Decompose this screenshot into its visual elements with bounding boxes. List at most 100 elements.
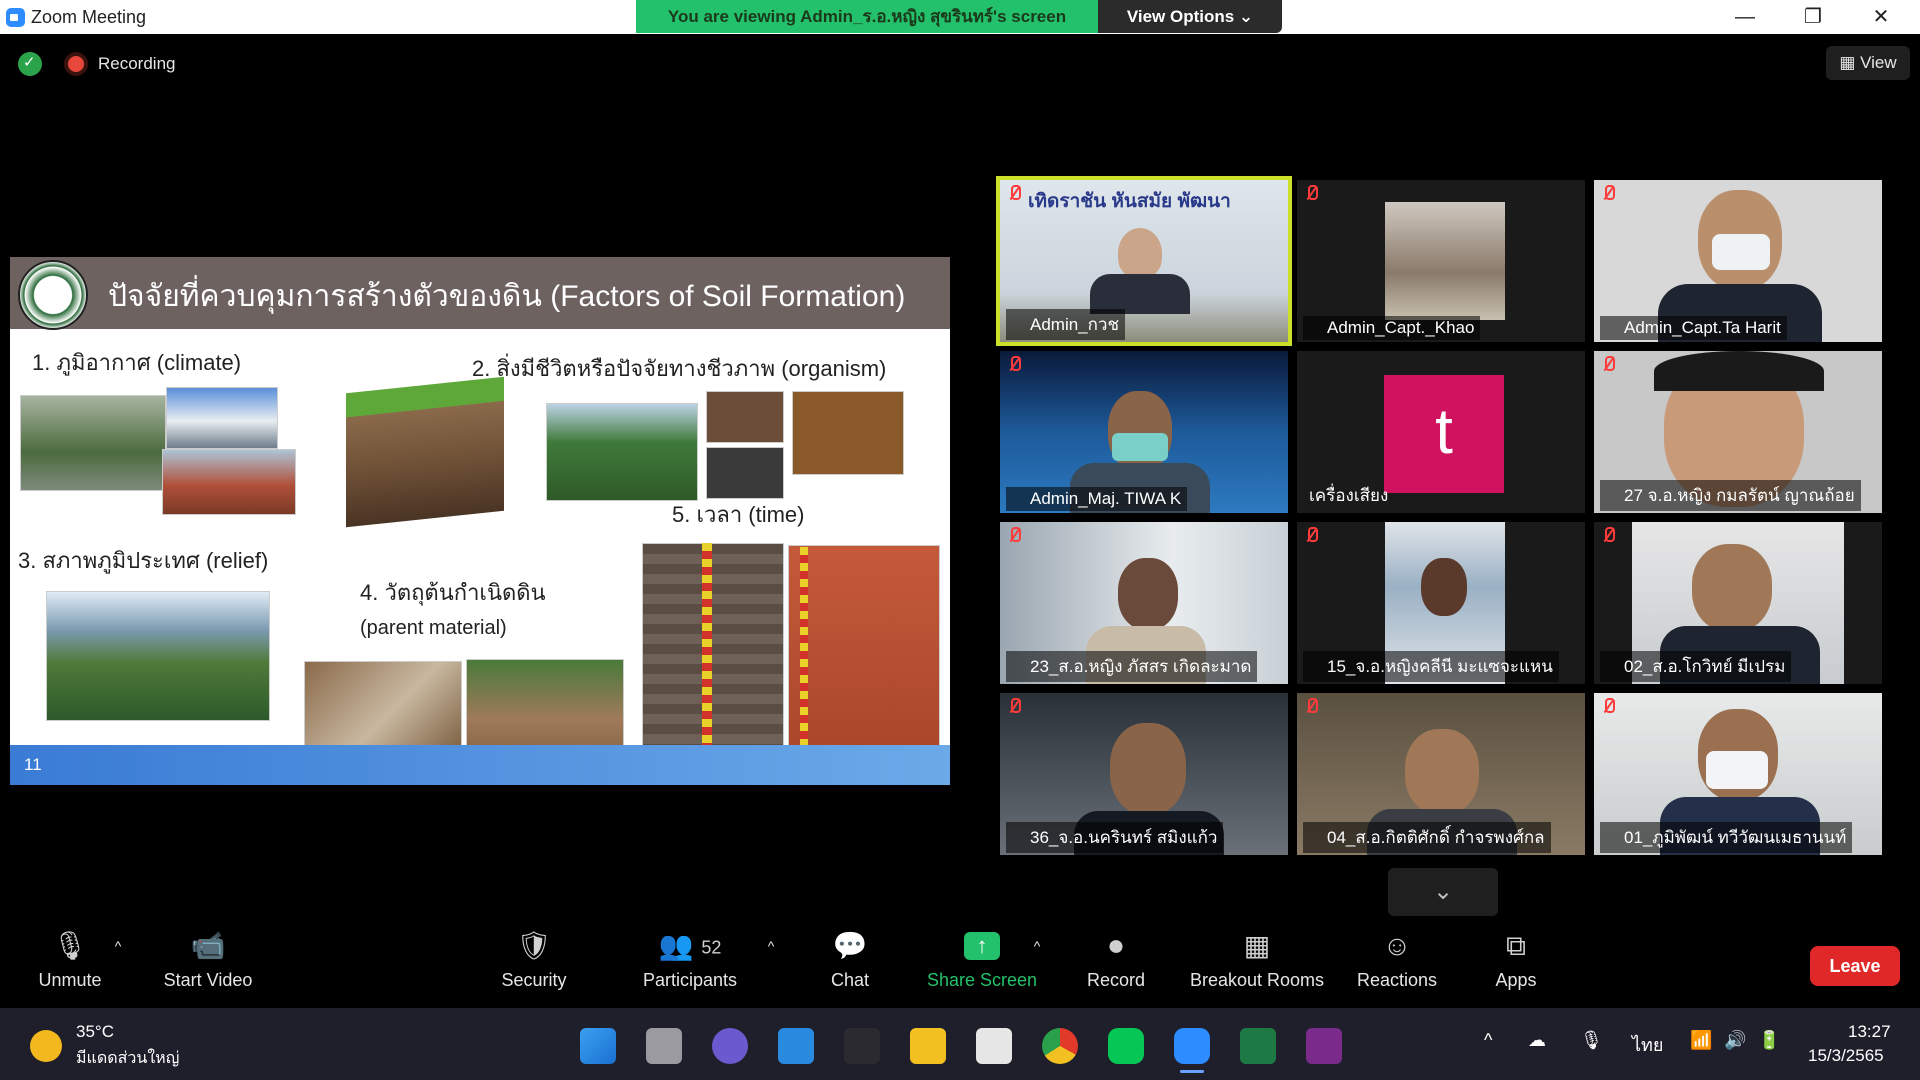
participants-label: Participants <box>642 970 738 990</box>
view-options-button[interactable]: View Options ⌄ <box>1098 0 1282 33</box>
record-icon: ⏺ <box>1108 930 1123 961</box>
apps-icon: ⧉ <box>1506 930 1526 961</box>
participant-tile[interactable]: เทิดราชัน หันสมัย พัฒนา Admin_กวช <box>996 176 1292 346</box>
organism-grub-photo <box>706 447 784 499</box>
muted-mic-icon <box>1008 527 1021 543</box>
show-hidden-icons-caret[interactable]: ^ <box>1484 1030 1492 1051</box>
grid-icon: ▦ <box>1839 53 1861 72</box>
participant-tile[interactable]: 27 จ.อ.หญิง กมลรัตน์ ญาณถ้อย <box>1594 351 1882 513</box>
file-explorer-icon[interactable] <box>910 1028 946 1064</box>
muted-mic-icon <box>1602 527 1615 543</box>
weather-sun-icon[interactable] <box>30 1030 62 1062</box>
muted-mic-icon <box>1602 356 1615 372</box>
pdf-app-icon[interactable] <box>1306 1028 1342 1064</box>
climate-photo-2 <box>166 387 278 449</box>
recording-dot-icon <box>68 56 84 72</box>
gallery-next-page-button[interactable]: ⌄ <box>1388 868 1498 916</box>
breakout-rooms-button[interactable]: ▦ Breakout Rooms <box>1184 930 1330 991</box>
zoom-taskbar-icon[interactable] <box>1174 1028 1210 1064</box>
participant-name: 27 จ.อ.หญิง กมลรัตน์ ญาณถ้อย <box>1600 480 1861 511</box>
start-windows-icon[interactable] <box>580 1028 616 1064</box>
muted-mic-icon <box>1305 185 1318 201</box>
close-button[interactable]: ✕ <box>1856 2 1906 32</box>
viewing-screen-banner: You are viewing Admin_ร.อ.หญิง สุขรินทร์… <box>636 0 1098 33</box>
participant-name: Admin_Capt._Khao <box>1303 316 1481 340</box>
video-off-icon: 📹 <box>190 930 226 961</box>
zoom-logo-icon <box>6 8 25 27</box>
muted-mic-icon <box>1305 698 1318 714</box>
participants-options-caret[interactable]: ^ <box>764 938 778 954</box>
encryption-shield-icon[interactable] <box>18 52 42 76</box>
view-button[interactable]: ▦ View <box>1826 46 1910 80</box>
speaker-icon[interactable]: 🔊 <box>1724 1030 1746 1051</box>
chat-icon: 💬 <box>832 930 868 961</box>
participant-tile[interactable]: 01_ภูมิพัฒน์ ทวีวัฒนเมธานนท์ <box>1594 693 1882 855</box>
slide-item-organism: 2. สิ่งมีชีวิตหรือปัจจัยทางชีวภาพ (organ… <box>472 356 887 381</box>
title-bar: Zoom Meeting You are viewing Admin_ร.อ.ห… <box>0 0 1920 34</box>
person-head <box>1405 729 1479 815</box>
wifi-icon[interactable]: 📶 <box>1690 1030 1712 1051</box>
task-view-icon[interactable] <box>646 1028 682 1064</box>
participant-name: 23_ส.อ.หญิง ภัสสร เกิดละมาด <box>1006 651 1258 682</box>
participants-button[interactable]: 👥 52 Participants <box>638 930 742 991</box>
participant-name: 02_ส.อ.โกวิทย์ มีเปรม <box>1600 651 1792 682</box>
unmute-button[interactable]: 🎙 Unmute <box>28 930 112 991</box>
record-button[interactable]: ⏺ Record <box>1080 930 1152 991</box>
weather-description[interactable]: มีแดดส่วนใหญ่ <box>76 1046 179 1071</box>
security-label: Security <box>501 970 567 990</box>
clock-time[interactable]: 13:27 <box>1848 1022 1891 1042</box>
audio-options-caret[interactable]: ^ <box>108 938 128 954</box>
minimize-button[interactable]: — <box>1720 2 1770 32</box>
slide-footer <box>10 745 950 785</box>
line-icon[interactable] <box>1108 1028 1144 1064</box>
slide-item-parent-material-en: (parent material) <box>360 617 507 639</box>
clock-date[interactable]: 15/3/2565 <box>1808 1046 1884 1066</box>
recording-label[interactable]: Recording <box>98 54 176 74</box>
maximize-button[interactable]: ❐ <box>1788 2 1838 32</box>
participant-name: 15_จ.อ.หญิงคลีนี มะแซจะแหน <box>1303 651 1559 682</box>
leave-button[interactable]: Leave <box>1810 946 1900 986</box>
participant-tile[interactable]: 02_ส.อ.โกวิทย์ มีเปรม <box>1594 522 1882 684</box>
soil-profile-photo-1 <box>642 543 784 773</box>
excel-icon[interactable] <box>1240 1028 1276 1064</box>
app-lightning-icon[interactable] <box>844 1028 880 1064</box>
participant-tile[interactable]: Admin_Capt.Ta Harit <box>1594 180 1882 342</box>
teams-chat-icon[interactable] <box>712 1028 748 1064</box>
muted-mic-icon <box>1305 527 1318 543</box>
onedrive-cloud-icon[interactable]: ☁ <box>1528 1030 1546 1051</box>
chat-button[interactable]: 💬 Chat <box>820 930 880 991</box>
soil-profile-photo-2 <box>788 545 940 775</box>
microphone-tray-icon[interactable]: 🎙 <box>1580 1030 1603 1051</box>
input-language[interactable]: ไทย <box>1632 1030 1663 1059</box>
muted-mic-icon <box>1008 185 1021 201</box>
chrome-icon[interactable] <box>1042 1028 1078 1064</box>
slide-item-relief: 3. สภาพภูมิประเทศ (relief) <box>18 548 269 573</box>
participant-tile[interactable]: 23_ส.อ.หญิง ภัสสร เกิดละมาด <box>1000 522 1288 684</box>
participant-tile[interactable]: t เครื่องเสียง <box>1297 351 1585 513</box>
security-button[interactable]: 🛡 Security <box>494 930 574 991</box>
participant-name: Admin_Maj. TIWA K <box>1006 487 1188 511</box>
participant-name: 36_จ.อ.นครินทร์ สมิงแก้ว <box>1006 822 1224 853</box>
weather-temperature[interactable]: 35°C <box>76 1022 114 1042</box>
start-video-button[interactable]: 📹 Start Video <box>154 930 262 991</box>
share-options-caret[interactable]: ^ <box>1030 938 1044 954</box>
reactions-button[interactable]: ☺ Reactions <box>1354 930 1440 991</box>
muted-mic-icon <box>1602 185 1615 201</box>
participant-tile[interactable]: Admin_Maj. TIWA K <box>1000 351 1288 513</box>
slide-title: ปัจจัยที่ควบคุมการสร้างตัวของดิน (Factor… <box>108 280 906 313</box>
participant-tile[interactable]: 04_ส.อ.กิตติศักดิ์ กำจรพงศ์กล <box>1297 693 1585 855</box>
dropbox-icon[interactable] <box>976 1028 1012 1064</box>
record-label: Record <box>1086 970 1146 990</box>
battery-icon[interactable]: 🔋 <box>1758 1030 1780 1051</box>
apps-button[interactable]: ⧉ Apps <box>1490 930 1542 991</box>
share-screen-button[interactable]: ↑ Share Screen <box>926 930 1038 991</box>
participant-tile[interactable]: 36_จ.อ.นครินทร์ สมิงแก้ว <box>1000 693 1288 855</box>
measuring-stick <box>702 543 712 773</box>
person-head <box>1118 558 1178 630</box>
participant-tile[interactable]: 15_จ.อ.หญิงคลีนี มะแซจะแหน <box>1297 522 1585 684</box>
measuring-stick-2 <box>800 547 808 775</box>
participant-tile[interactable]: Admin_Capt._Khao <box>1297 180 1585 342</box>
person-head <box>1692 544 1772 632</box>
mail-icon[interactable] <box>778 1028 814 1064</box>
muted-mic-icon <box>1008 356 1021 372</box>
